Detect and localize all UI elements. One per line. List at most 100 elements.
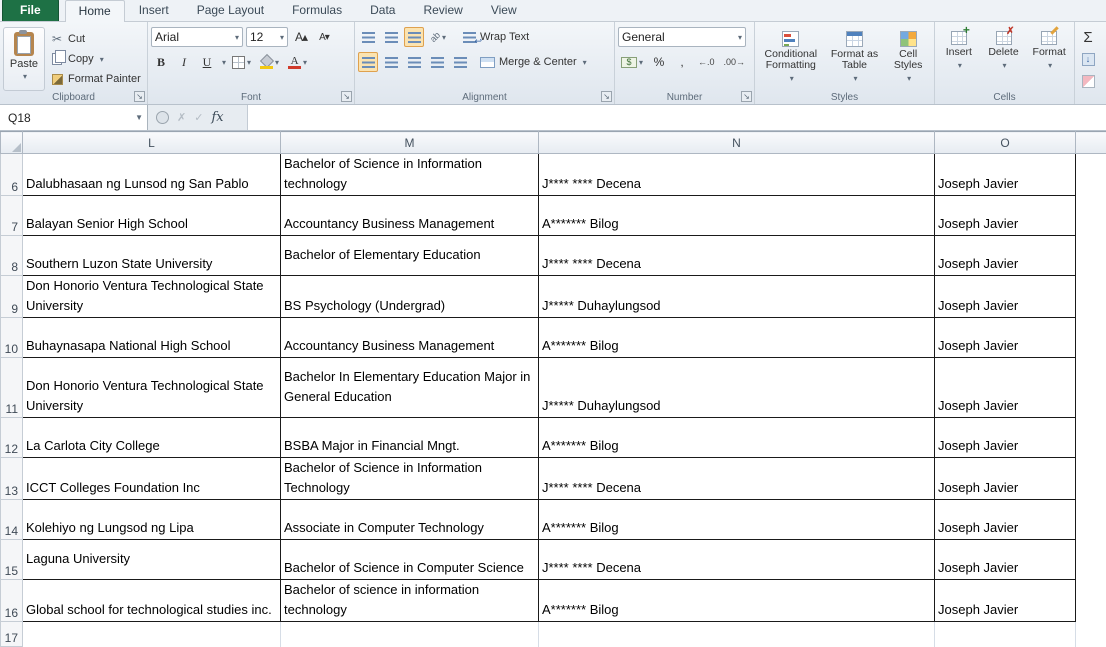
format-cells-button[interactable]: Format ▾: [1027, 28, 1071, 74]
cell-N9[interactable]: J***** Duhaylungsod: [539, 276, 935, 318]
cell-O17[interactable]: [935, 622, 1076, 647]
col-header-M[interactable]: M: [281, 132, 539, 154]
row-header-7[interactable]: 7: [1, 196, 23, 236]
align-bottom-button[interactable]: [404, 27, 424, 47]
cell-M15[interactable]: Bachelor of Science in Computer Science: [281, 540, 539, 580]
cell-L15[interactable]: Laguna University: [23, 540, 281, 580]
wrap-text-button[interactable]: Wrap Text: [460, 27, 532, 47]
row-header-13[interactable]: 13: [1, 458, 23, 500]
clear-button[interactable]: [1078, 71, 1098, 91]
file-tab[interactable]: File: [2, 0, 59, 21]
row-header-16[interactable]: 16: [1, 580, 23, 622]
delete-cells-button[interactable]: Delete ▾: [983, 28, 1025, 74]
cell-O6[interactable]: Joseph Javier: [935, 154, 1076, 196]
borders-button[interactable]: ▾: [229, 52, 254, 72]
tab-review[interactable]: Review: [409, 0, 476, 21]
row-header-17[interactable]: 17: [1, 622, 23, 647]
increase-decimal-button[interactable]: ←.0: [695, 52, 718, 72]
paste-button[interactable]: Paste ▾: [3, 27, 45, 91]
cell-N8[interactable]: J**** **** Decena: [539, 236, 935, 276]
cell-O9[interactable]: Joseph Javier: [935, 276, 1076, 318]
cell-N11[interactable]: J***** Duhaylungsod: [539, 358, 935, 418]
cell-N14[interactable]: A******* Bilog: [539, 500, 935, 540]
cell-O7[interactable]: Joseph Javier: [935, 196, 1076, 236]
format-as-table-button[interactable]: Format as Table ▾: [827, 28, 883, 87]
cell-L13[interactable]: ICCT Colleges Foundation Inc: [23, 458, 281, 500]
cell-M16[interactable]: Bachelor of science in information techn…: [281, 580, 539, 622]
grow-font-button[interactable]: [291, 27, 311, 47]
col-header-O[interactable]: O: [935, 132, 1076, 154]
tab-data[interactable]: Data: [356, 0, 409, 21]
fill-color-button[interactable]: ▾: [257, 52, 282, 72]
tab-formulas[interactable]: Formulas: [278, 0, 356, 21]
cell-M11[interactable]: Bachelor In Elementary Education Major i…: [281, 358, 539, 418]
decrease-indent-button[interactable]: [427, 52, 447, 72]
cell-O12[interactable]: Joseph Javier: [935, 418, 1076, 458]
cell-M9[interactable]: BS Psychology (Undergrad): [281, 276, 539, 318]
col-header-L[interactable]: L: [23, 132, 281, 154]
cell-M7[interactable]: Accountancy Business Management: [281, 196, 539, 236]
clipboard-dialog-launcher[interactable]: ↘: [134, 91, 145, 102]
accounting-format-button[interactable]: $▾: [618, 52, 646, 72]
name-box[interactable]: Q18 ▼: [0, 105, 148, 130]
row-header-14[interactable]: 14: [1, 500, 23, 540]
font-family-select[interactable]: Arial ▾: [151, 27, 243, 47]
cell-L14[interactable]: Kolehiyo ng Lungsod ng Lipa: [23, 500, 281, 540]
row-header-6[interactable]: 6: [1, 154, 23, 196]
cell-N12[interactable]: A******* Bilog: [539, 418, 935, 458]
align-middle-button[interactable]: [381, 27, 401, 47]
row-header-15[interactable]: 15: [1, 540, 23, 580]
cell-O14[interactable]: Joseph Javier: [935, 500, 1076, 540]
format-painter-button[interactable]: Format Painter: [48, 70, 143, 88]
insert-function-button[interactable]: fx: [211, 110, 223, 125]
cell-N15[interactable]: J**** **** Decena: [539, 540, 935, 580]
italic-button[interactable]: I: [174, 52, 194, 72]
cell-M13[interactable]: Bachelor of Science in Information Techn…: [281, 458, 539, 500]
row-header-9[interactable]: 9: [1, 276, 23, 318]
copy-button[interactable]: Copy ▾: [48, 50, 143, 68]
comma-style-button[interactable]: ,: [672, 52, 692, 72]
tab-view[interactable]: View: [477, 0, 531, 21]
cell-M10[interactable]: Accountancy Business Management: [281, 318, 539, 358]
cell-N13[interactable]: J**** **** Decena: [539, 458, 935, 500]
row-header-11[interactable]: 11: [1, 358, 23, 418]
tab-page-layout[interactable]: Page Layout: [183, 0, 278, 21]
cell-L7[interactable]: Balayan Senior High School: [23, 196, 281, 236]
cell-styles-button[interactable]: Cell Styles ▾: [885, 28, 931, 87]
cell-N10[interactable]: A******* Bilog: [539, 318, 935, 358]
cell-O10[interactable]: Joseph Javier: [935, 318, 1076, 358]
cell-L10[interactable]: Buhaynasapa National High School: [23, 318, 281, 358]
cut-button[interactable]: Cut: [48, 30, 143, 48]
align-right-button[interactable]: [404, 52, 424, 72]
number-dialog-launcher[interactable]: ↘: [741, 91, 752, 102]
autosum-button[interactable]: Σ: [1078, 27, 1098, 47]
align-left-button[interactable]: [358, 52, 378, 72]
cell-O13[interactable]: Joseph Javier: [935, 458, 1076, 500]
font-color-button[interactable]: A▾: [285, 52, 310, 72]
fill-button[interactable]: ↓: [1078, 49, 1098, 69]
cell-N7[interactable]: A******* Bilog: [539, 196, 935, 236]
shrink-font-button[interactable]: [314, 27, 334, 47]
cell-M8[interactable]: Bachelor of Elementary Education: [281, 236, 539, 276]
alignment-dialog-launcher[interactable]: ↘: [601, 91, 612, 102]
cell-O15[interactable]: Joseph Javier: [935, 540, 1076, 580]
conditional-formatting-button[interactable]: Conditional Formatting ▾: [758, 28, 824, 87]
merge-center-button[interactable]: Merge & Center ▾: [477, 52, 590, 72]
cell-M12[interactable]: BSBA Major in Financial Mngt.: [281, 418, 539, 458]
col-header-N[interactable]: N: [539, 132, 935, 154]
cell-L6[interactable]: Dalubhasaan ng Lunsod ng San Pablo: [23, 154, 281, 196]
cell-L11[interactable]: Don Honorio Ventura Technological State …: [23, 358, 281, 418]
align-top-button[interactable]: [358, 27, 378, 47]
cell-N6[interactable]: J**** **** Decena: [539, 154, 935, 196]
cell-L12[interactable]: La Carlota City College: [23, 418, 281, 458]
cell-O11[interactable]: Joseph Javier: [935, 358, 1076, 418]
tab-insert[interactable]: Insert: [125, 0, 183, 21]
decrease-decimal-button[interactable]: .00→: [721, 52, 749, 72]
insert-cells-button[interactable]: Insert ▾: [938, 28, 980, 74]
increase-indent-button[interactable]: [450, 52, 470, 72]
font-size-select[interactable]: 12 ▾: [246, 27, 288, 47]
formula-input[interactable]: [248, 105, 1106, 130]
cell-M6[interactable]: Bachelor of Science in Information techn…: [281, 154, 539, 196]
align-center-button[interactable]: [381, 52, 401, 72]
tab-home[interactable]: Home: [65, 0, 125, 22]
